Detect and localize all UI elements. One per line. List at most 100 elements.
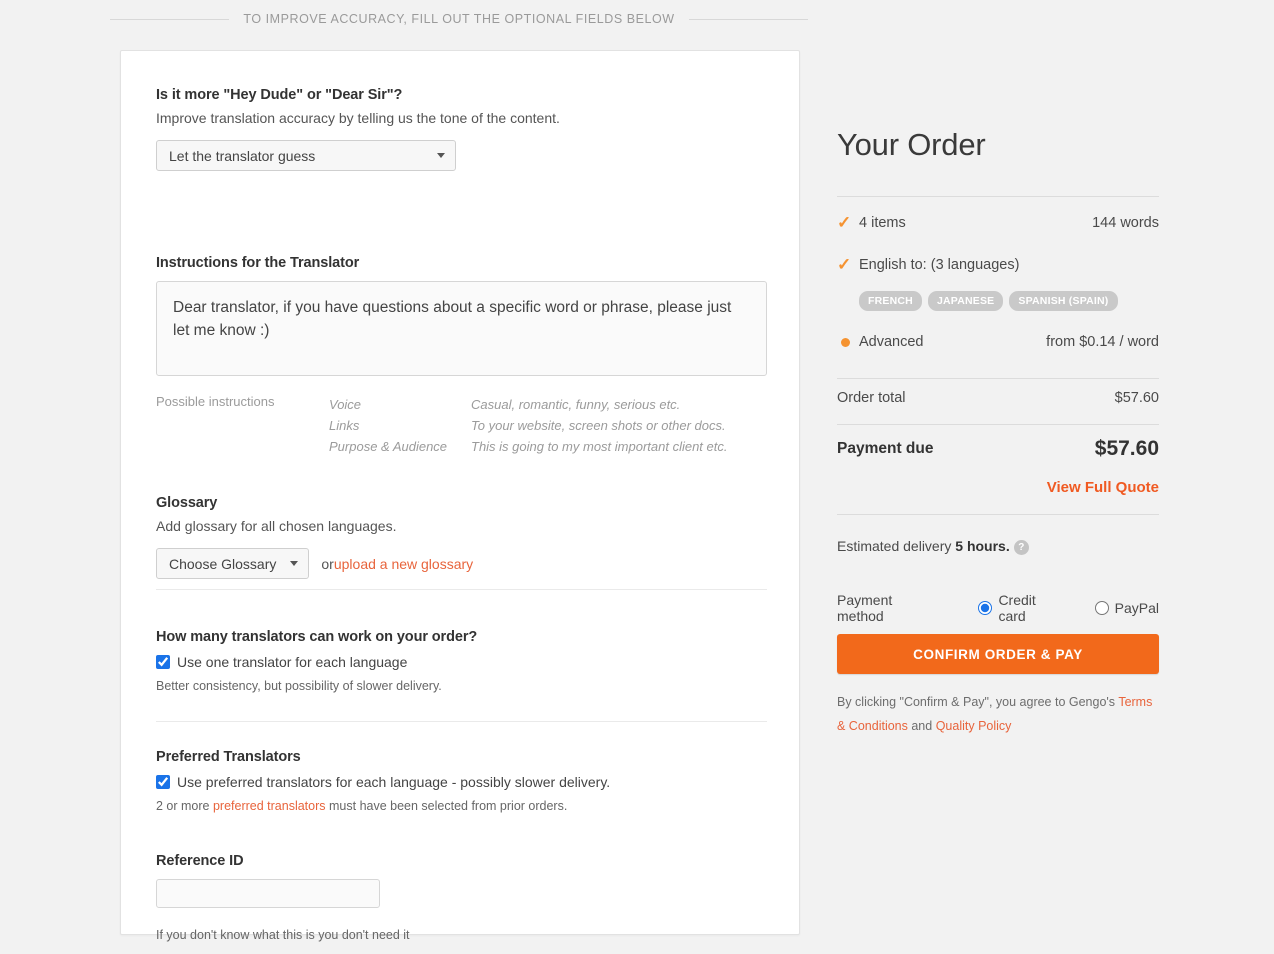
language-badge: FRENCH	[859, 291, 922, 311]
tone-section: Is it more "Hey Dude" or "Dear Sir"? Imp…	[156, 87, 767, 171]
help-icon[interactable]: ?	[1013, 540, 1029, 555]
check-icon: ✓	[837, 255, 852, 274]
summary-rule-2	[837, 378, 1159, 379]
language-badges: FRENCH JAPANESE SPANISH (SPAIN)	[859, 291, 1118, 311]
possible-instructions-rows: Voice Casual, romantic, funny, serious e…	[329, 394, 727, 457]
credit-card-label: Credit card	[998, 592, 1036, 624]
page-title: Your Order	[837, 127, 986, 162]
chevron-down-icon	[290, 561, 299, 566]
legal-mid: and	[907, 719, 936, 733]
preferred-translators-link[interactable]: preferred translators	[213, 799, 326, 813]
one-translator-note: Better consistency, but possibility of s…	[156, 679, 442, 693]
divider-glossary	[156, 589, 767, 590]
glossary-controls: Choose Glossary or upload a new glossary	[156, 548, 767, 579]
options-card: Is it more "Hey Dude" or "Dear Sir"? Imp…	[120, 50, 800, 942]
payment-method-row: Payment method Credit card PayPal	[837, 592, 1159, 624]
list-item: Voice Casual, romantic, funny, serious e…	[329, 394, 727, 415]
order-total-value: $57.60	[1114, 390, 1159, 406]
quality-policy-link[interactable]: Quality Policy	[936, 719, 1012, 733]
order-page: TO IMPROVE ACCURACY, FILL OUT THE OPTION…	[0, 0, 1274, 954]
payment-due-row: Payment due $57.60	[837, 437, 1159, 461]
payment-option-credit-card[interactable]: Credit card	[978, 592, 1066, 624]
order-total-row: Order total $57.60	[837, 390, 1159, 406]
instructions-textarea[interactable]: Dear translator, if you have questions a…	[156, 281, 767, 376]
preferred-note: 2 or more preferred translators must hav…	[156, 799, 767, 813]
summary-rule-1	[837, 196, 1159, 197]
eta-value: 5 hours.	[955, 538, 1010, 554]
possible-desc: To your website, screen shots or other d…	[471, 418, 726, 433]
possible-term: Links	[329, 418, 360, 433]
payment-method-label: Payment method	[837, 592, 893, 624]
possible-instructions: Possible instructions Voice Casual, roma…	[156, 394, 767, 457]
payment-option-paypal[interactable]: PayPal	[1094, 600, 1159, 616]
summary-rule-4	[837, 514, 1159, 515]
divider-translator-count	[156, 721, 767, 722]
legal-prefix: By clicking "Confirm & Pay", you agree t…	[837, 695, 1119, 709]
order-total-label: Order total	[837, 390, 906, 406]
choose-glossary-label: Choose Glossary	[169, 555, 277, 572]
estimated-delivery: Estimated delivery 5 hours.?	[837, 538, 1029, 555]
upload-glossary-link[interactable]: upload a new glossary	[334, 556, 473, 572]
tier-price: from $0.14 / word	[1046, 334, 1159, 350]
possible-desc: This is going to my most important clien…	[471, 439, 728, 454]
tone-subtitle: Improve translation accuracy by telling …	[156, 110, 560, 126]
one-translator-checkbox[interactable]	[156, 655, 170, 669]
glossary-subtitle: Add glossary for all chosen languages.	[156, 518, 397, 534]
tone-heading: Is it more "Hey Dude" or "Dear Sir"?	[156, 87, 403, 103]
list-item: Purpose & Audience This is going to my m…	[329, 436, 727, 457]
preferred-translators-section: Preferred Translators Use preferred tran…	[156, 749, 767, 826]
glossary-section: Glossary Add glossary for all chosen lan…	[156, 495, 767, 579]
list-item: Links To your website, screen shots or o…	[329, 415, 727, 436]
confirm-order-pay-button[interactable]: CONFIRM ORDER & PAY	[837, 634, 1159, 674]
tier-label: Advanced	[859, 334, 924, 350]
language-badge: JAPANESE	[927, 291, 1004, 311]
glossary-heading: Glossary	[156, 495, 218, 511]
tier-dot-icon	[841, 337, 850, 347]
credit-card-radio[interactable]	[978, 601, 993, 615]
instructions-textarea-value: Dear translator, if you have questions a…	[173, 299, 732, 340]
preferred-checkbox[interactable]	[156, 775, 170, 789]
translator-count-section: How many translators can work on your or…	[156, 629, 767, 706]
possible-term: Voice	[329, 397, 362, 412]
reference-id-note: If you don't know what this is you don't…	[156, 928, 410, 942]
banner-text: TO IMPROVE ACCURACY, FILL OUT THE OPTION…	[243, 12, 675, 26]
translator-count-heading: How many translators can work on your or…	[156, 629, 478, 645]
payment-due-value: $57.60	[1094, 437, 1159, 460]
one-translator-label: Use one translator for each language	[177, 654, 408, 670]
instructions-heading: Instructions for the Translator	[156, 255, 360, 271]
banner: TO IMPROVE ACCURACY, FILL OUT THE OPTION…	[110, 12, 808, 26]
eta-prefix: Estimated delivery	[837, 538, 956, 554]
language-badge: SPANISH (SPAIN)	[1009, 291, 1118, 311]
items-row: ✓ 4 items 144 words	[837, 214, 1159, 231]
possible-instructions-label: Possible instructions	[156, 394, 275, 409]
paypal-radio[interactable]	[1094, 601, 1109, 615]
preferred-heading: Preferred Translators	[156, 749, 301, 765]
preferred-row[interactable]: Use preferred translators for each langu…	[156, 774, 767, 790]
possible-desc: Casual, romantic, funny, serious etc.	[471, 397, 681, 412]
glossary-or-text: or	[321, 555, 334, 572]
one-translator-row[interactable]: Use one translator for each language	[156, 654, 767, 670]
check-icon: ✓	[837, 213, 852, 232]
tier-row: Advanced from $0.14 / word	[837, 334, 1159, 350]
legal-text: By clicking "Confirm & Pay", you agree t…	[837, 690, 1159, 738]
reference-id-section: Reference ID If you don't know what this…	[156, 853, 767, 954]
reference-id-input[interactable]	[156, 879, 380, 908]
preferred-note-prefix: 2 or more	[156, 799, 213, 813]
payment-due-label: Payment due	[837, 440, 934, 457]
instructions-section: Instructions for the Translator Dear tra…	[156, 255, 767, 457]
banner-rule-left	[110, 18, 230, 20]
paypal-label: PayPal	[1114, 600, 1159, 616]
items-label: 4 items	[859, 214, 906, 231]
tone-select-value: Let the translator guess	[169, 147, 316, 164]
view-full-quote-link[interactable]: View Full Quote	[1047, 479, 1159, 496]
reference-id-heading: Reference ID	[156, 853, 244, 869]
choose-glossary-button[interactable]: Choose Glossary	[156, 548, 310, 579]
summary-rule-3	[837, 424, 1159, 425]
preferred-label: Use preferred translators for each langu…	[177, 774, 611, 790]
preferred-note-suffix: must have been selected from prior order…	[325, 799, 568, 813]
chevron-down-icon	[437, 153, 445, 158]
languages-row: ✓ English to: (3 languages)	[837, 256, 1159, 273]
possible-term: Purpose & Audience	[329, 439, 448, 454]
words-label: 144 words	[1092, 214, 1159, 231]
tone-select[interactable]: Let the translator guess	[156, 140, 456, 171]
